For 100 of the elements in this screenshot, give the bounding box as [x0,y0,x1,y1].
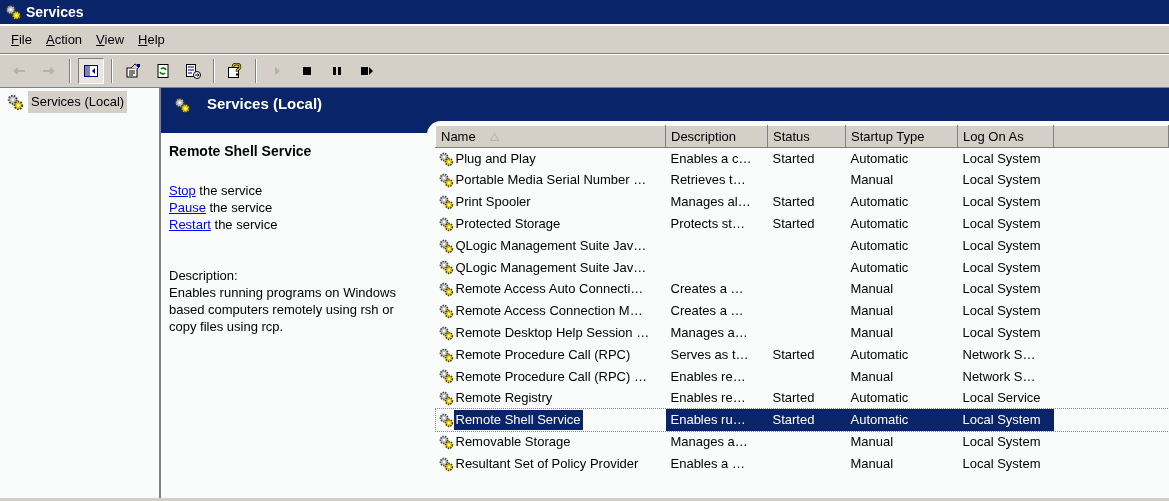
gears-icon [437,368,454,385]
gears-icon [437,411,454,428]
gears-icon [437,455,454,472]
table-cell-text: Manages a… [669,324,749,342]
description-label: Description: [169,267,239,284]
table-cell-text: Local System [961,215,1042,234]
table-cell-text: Remote Procedure Call (RPC) … [454,367,648,386]
tree-item[interactable]: Services (Local) [28,91,128,113]
table-cell-text: Manual [849,171,895,190]
table-cell-text: Local System [961,454,1042,473]
table-cell-text: Local System [961,171,1042,190]
gears-icon [437,194,454,210]
table-cell-text: Print Spooler [454,193,532,212]
table-cell-text: Protects st… [669,215,746,234]
table-cell-text: Automatic [849,215,910,234]
help-icon [227,63,243,79]
sort-arrow-icon [489,133,499,142]
table-cell-text: Started [771,215,816,234]
gears-icon [173,95,191,114]
table-cell-text: Remote Procedure Call (RPC) [454,345,632,364]
gears-icon [4,3,22,21]
table-cell-text: Enables a … [669,454,746,473]
table-cell: Started [767,387,846,410]
table-cell: Remote Shell Service [453,410,583,430]
gears-icon [437,259,454,276]
refresh-icon [155,63,171,79]
gears-icon [437,150,454,167]
menu-item[interactable]: File [4,27,39,52]
action-text: Pause the service [169,199,274,216]
table-cell-text: Remote Access Auto Connecti… [454,280,645,299]
table-cell-text: Manual [849,367,895,386]
table-cell-text: Local System [961,258,1042,277]
table-cell-text: Manual [849,454,895,473]
table-cell-text: Remote Access Connection M… [454,302,644,321]
action-link[interactable]: Restart [169,217,211,232]
column-header[interactable]: Name [435,125,666,148]
table-cell-text: Automatic [849,193,910,212]
table-cell-text: Resultant Set of Policy Provider [454,454,640,473]
table-cell-text: Enables re… [669,367,747,386]
service-name: Remote Shell Service [169,142,313,161]
gears-icon [437,172,454,189]
table-cell-text: Started [771,345,816,364]
gears-icon [437,390,454,407]
gears-icon [437,281,454,298]
table-cell-text: Local System [961,280,1042,299]
table-cell: Automatic [845,147,958,170]
gears-icon [437,302,454,319]
gears-icon [437,433,454,450]
table-cell-text: Manual [849,280,895,299]
table-cell: Started [767,409,846,431]
table-cell: Local Service [957,387,1054,410]
gears-icon [6,92,24,111]
gears-icon [437,324,454,341]
table-cell-text: QLogic Management Suite Jav… [454,258,648,277]
table-cell-text: Automatic [849,345,910,364]
action-text: Restart the service [169,216,279,233]
action-link[interactable]: Stop [169,183,196,198]
table-cell: Enables ru… [665,409,768,431]
table-cell-text: Creates a … [669,280,745,299]
table-cell-text: Local System [961,236,1042,255]
window-title: Services [26,2,84,22]
menu-item[interactable]: Help [131,27,172,52]
table-cell-text: Plug and Play [454,149,537,168]
column-header[interactable]: Startup Type [845,125,958,148]
table-cell-text: Manual [849,324,895,342]
table-cell-text: Serves as t… [669,345,750,364]
table-cell: Started [767,147,846,170]
column-header[interactable]: Log On As [957,125,1054,148]
table-cell: Enables re… [665,387,768,410]
table-cell-text: Local System [961,193,1042,212]
table-cell-text: Local System [961,302,1042,321]
table-cell: Local System [957,147,1054,170]
column-header[interactable]: Description [665,125,768,148]
table-cell-text: Manages al… [669,193,752,212]
gears-icon [437,215,454,232]
toolbar-button[interactable] [78,58,104,84]
table-cell-text: Network S… [961,367,1037,386]
column-header[interactable]: Status [767,125,846,148]
table-cell-text: Local System [961,324,1042,342]
table-cell: Automatic [845,409,958,431]
pane-title: Services (Local) [207,94,323,115]
table-cell-text: Protected Storage [454,215,562,234]
properties-icon [125,63,141,79]
table-cell: Manages a… [665,430,768,453]
menu-item[interactable]: View [89,27,132,52]
action-link[interactable]: Pause [169,200,206,215]
table-cell: Enables a c… [665,147,768,170]
table-cell-text: Removable Storage [454,433,572,451]
action-text: Stop the service [169,182,264,199]
gears-icon [437,346,454,363]
table-cell: Manual [845,430,958,453]
table-cell-text: Portable Media Serial Number … [454,171,648,190]
export-list-icon [185,63,201,79]
table-cell-text: Network S… [961,345,1037,364]
table-cell-text: Started [771,193,816,212]
table-cell-text: Automatic [849,258,910,277]
menu-item[interactable]: Action [38,27,90,52]
table-cell-text: Manual [849,302,895,321]
table-cell: Local System [957,430,1054,453]
table-cell: Local System [957,409,1054,431]
